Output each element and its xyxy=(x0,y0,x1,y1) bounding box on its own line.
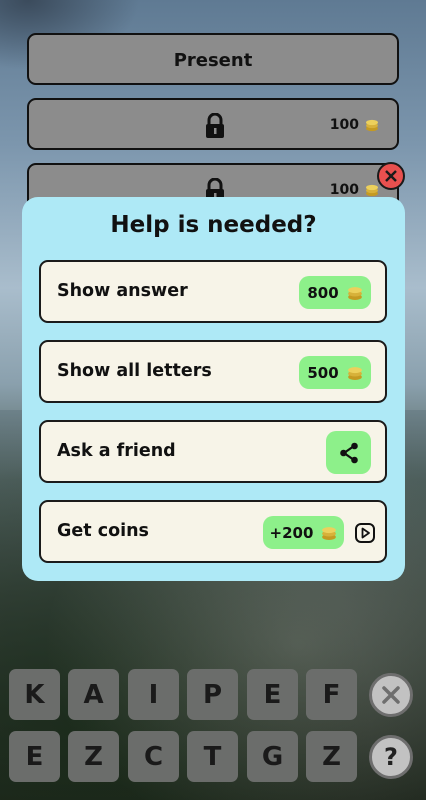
coin-icon xyxy=(322,526,337,540)
price-pill: 500 xyxy=(299,356,371,389)
letter-key[interactable]: K xyxy=(9,669,60,720)
price-value: 500 xyxy=(307,363,339,382)
hint-button[interactable]: ? xyxy=(369,735,413,779)
coin-icon xyxy=(366,184,378,197)
price-value: 800 xyxy=(307,283,339,302)
letter-key[interactable]: E xyxy=(9,731,60,782)
locked-option-price: 100 xyxy=(329,182,359,198)
get-coins-label: Get coins xyxy=(57,521,149,541)
reward-pill: +200 xyxy=(263,516,344,549)
ask-a-friend-label: Ask a friend xyxy=(57,441,176,461)
share-pill xyxy=(326,431,371,474)
coin-icon xyxy=(347,366,362,380)
show-all-letters-button[interactable]: Show all letters 500 xyxy=(39,340,387,403)
locked-option-1[interactable]: 100 xyxy=(27,98,399,150)
show-answer-label: Show answer xyxy=(57,281,188,301)
show-answer-button[interactable]: Show answer 800 xyxy=(39,260,387,323)
close-circle-icon xyxy=(382,686,400,704)
letter-key[interactable]: F xyxy=(306,669,357,720)
letter-key[interactable]: Z xyxy=(306,731,357,782)
price-pill: 800 xyxy=(299,276,371,309)
letter-key[interactable]: Z xyxy=(68,731,119,782)
share-icon xyxy=(339,442,358,463)
present-label: Present xyxy=(173,50,253,71)
coin-icon xyxy=(347,286,362,300)
letter-key[interactable]: E xyxy=(247,669,298,720)
dialog-title: Help is needed? xyxy=(110,212,317,238)
lock-icon xyxy=(206,113,224,138)
letter-key[interactable]: C xyxy=(128,731,179,782)
ask-a-friend-button[interactable]: Ask a friend xyxy=(39,420,387,483)
letter-key[interactable]: G xyxy=(247,731,298,782)
clear-button[interactable] xyxy=(369,673,413,717)
get-coins-button[interactable]: Get coins +200 xyxy=(39,500,387,563)
letter-key[interactable]: I xyxy=(128,669,179,720)
hint-label: ? xyxy=(384,743,398,771)
show-all-letters-label: Show all letters xyxy=(57,361,212,381)
present-button[interactable]: Present xyxy=(27,33,399,85)
letter-key[interactable]: T xyxy=(187,731,238,782)
close-dialog-button[interactable] xyxy=(377,162,405,190)
letter-key[interactable]: P xyxy=(187,669,238,720)
reward-value: +200 xyxy=(269,523,314,542)
letter-key[interactable]: A xyxy=(68,669,119,720)
coin-icon xyxy=(366,119,378,132)
video-play-icon xyxy=(355,523,375,543)
help-dialog: Help is needed? Show answer 800 Show all… xyxy=(22,197,405,581)
close-icon xyxy=(385,170,397,182)
locked-option-price: 100 xyxy=(329,117,359,133)
